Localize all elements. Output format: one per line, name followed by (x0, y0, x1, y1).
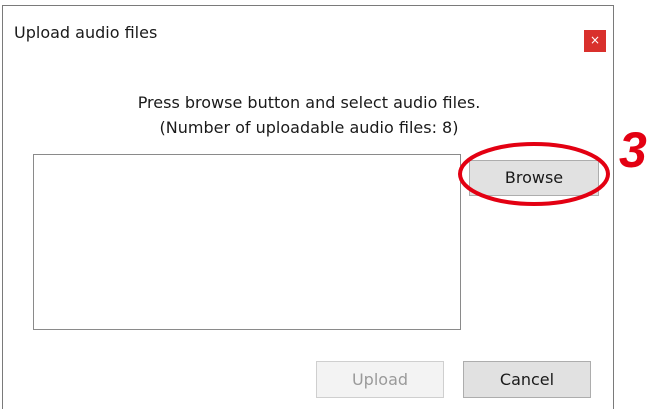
instruction-text: Press browse button and select audio fil… (137, 93, 481, 112)
step-number-annotation: 3 (619, 122, 647, 178)
uploadable-count-text: (Number of uploadable audio files: 8) (159, 118, 459, 137)
close-icon: × (589, 33, 601, 47)
upload-audio-dialog: Upload audio files × Press browse button… (2, 5, 614, 409)
close-button[interactable]: × (584, 30, 606, 52)
screenshot-stage: Upload audio files × Press browse button… (0, 0, 657, 409)
selected-files-list[interactable] (33, 154, 461, 330)
dialog-title: Upload audio files (14, 23, 158, 42)
browse-button[interactable]: Browse (469, 160, 599, 196)
upload-button[interactable]: Upload (316, 361, 444, 398)
cancel-button[interactable]: Cancel (463, 361, 591, 398)
